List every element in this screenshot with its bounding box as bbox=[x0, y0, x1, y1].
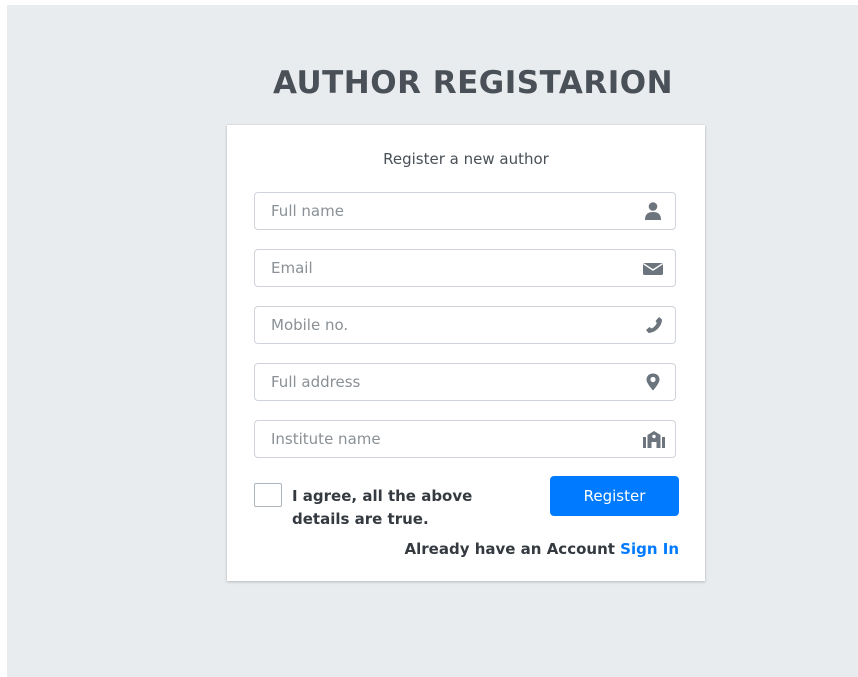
user-icon bbox=[643, 202, 663, 220]
map-marker-icon bbox=[643, 373, 663, 391]
signin-prompt: Already have an Account Sign In bbox=[227, 540, 679, 558]
form-subtitle: Register a new author bbox=[383, 150, 549, 168]
mobile-input[interactable] bbox=[271, 307, 611, 343]
full-name-field bbox=[254, 192, 676, 230]
account-text: Already have an Account bbox=[404, 540, 615, 558]
institution-icon bbox=[643, 430, 665, 448]
agree-checkbox[interactable] bbox=[254, 483, 282, 507]
signin-link[interactable]: Sign In bbox=[620, 540, 679, 558]
email-input[interactable] bbox=[271, 250, 611, 286]
full-name-input[interactable] bbox=[271, 193, 611, 229]
address-field bbox=[254, 363, 676, 401]
institute-field bbox=[254, 420, 676, 458]
envelope-icon bbox=[643, 259, 663, 277]
phone-icon bbox=[643, 316, 663, 334]
institute-input[interactable] bbox=[271, 421, 611, 457]
registration-card: Register a new author Full name Email Mo… bbox=[227, 125, 705, 581]
page-background: AUTHOR REGISTARION Register a new author bbox=[7, 5, 858, 677]
address-input[interactable] bbox=[271, 364, 611, 400]
register-button[interactable]: Register bbox=[550, 476, 679, 516]
email-field bbox=[254, 249, 676, 287]
agree-label: I agree, all the above details are true. bbox=[292, 487, 473, 528]
mobile-field bbox=[254, 306, 676, 344]
page-title: AUTHOR REGISTARION bbox=[272, 65, 674, 101]
